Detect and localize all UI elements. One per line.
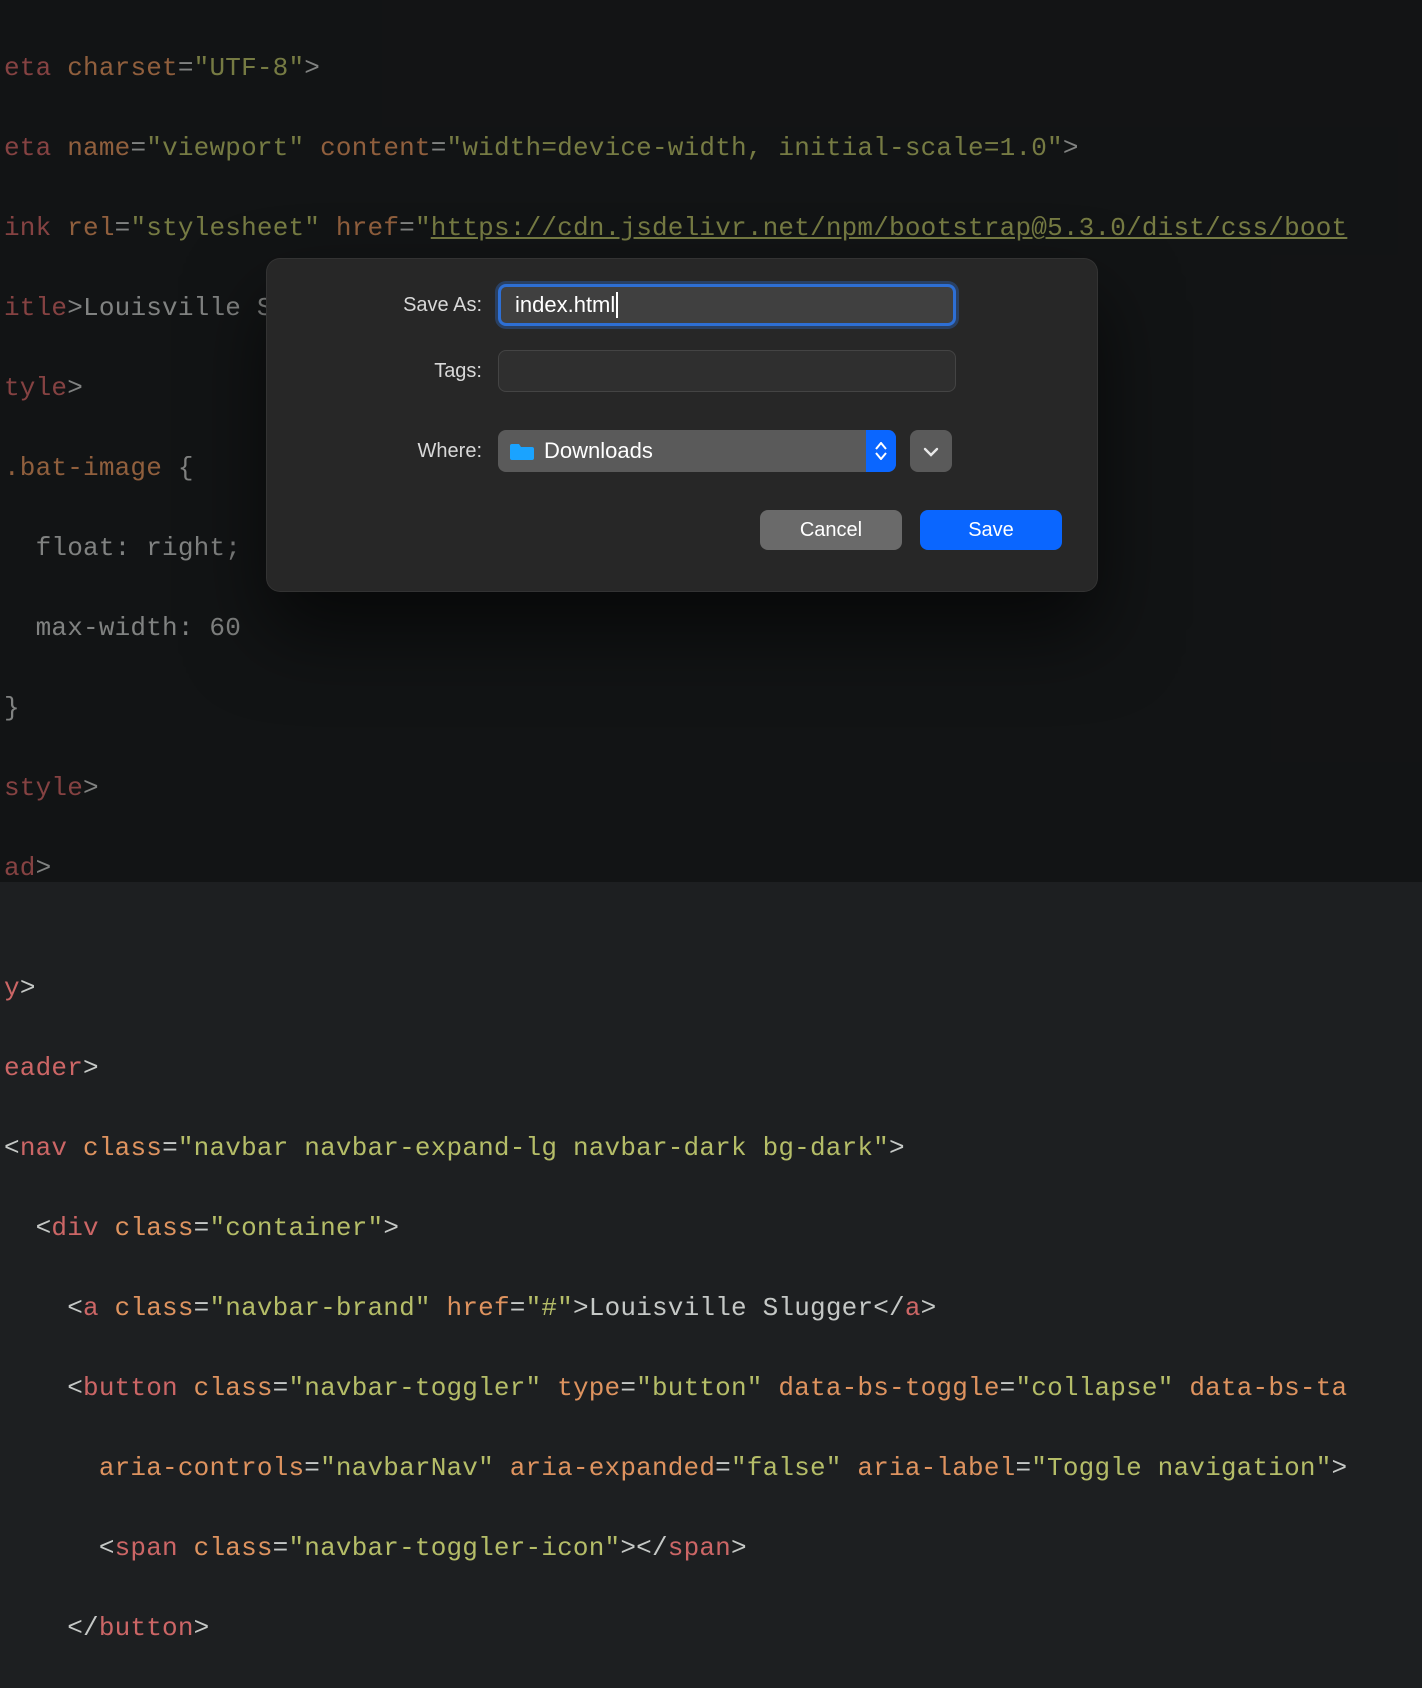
folder-icon xyxy=(510,442,534,460)
saveas-label: Save As: xyxy=(266,294,482,317)
text-cursor xyxy=(616,292,618,318)
expand-button[interactable] xyxy=(910,430,952,472)
tags-label: Tags: xyxy=(266,360,482,383)
cancel-button[interactable]: Cancel xyxy=(760,510,902,550)
tags-input[interactable] xyxy=(498,350,956,392)
where-value: Downloads xyxy=(544,438,653,464)
where-select[interactable]: Downloads xyxy=(498,430,896,472)
chevron-down-icon xyxy=(923,440,939,463)
updown-stepper-icon xyxy=(866,430,896,472)
save-dialog: Save As: index.html Tags: Where: Downloa… xyxy=(266,258,1098,592)
where-label: Where: xyxy=(266,440,482,463)
save-button[interactable]: Save xyxy=(920,510,1062,550)
saveas-value: index.html xyxy=(515,292,615,318)
saveas-input[interactable]: index.html xyxy=(498,284,956,326)
